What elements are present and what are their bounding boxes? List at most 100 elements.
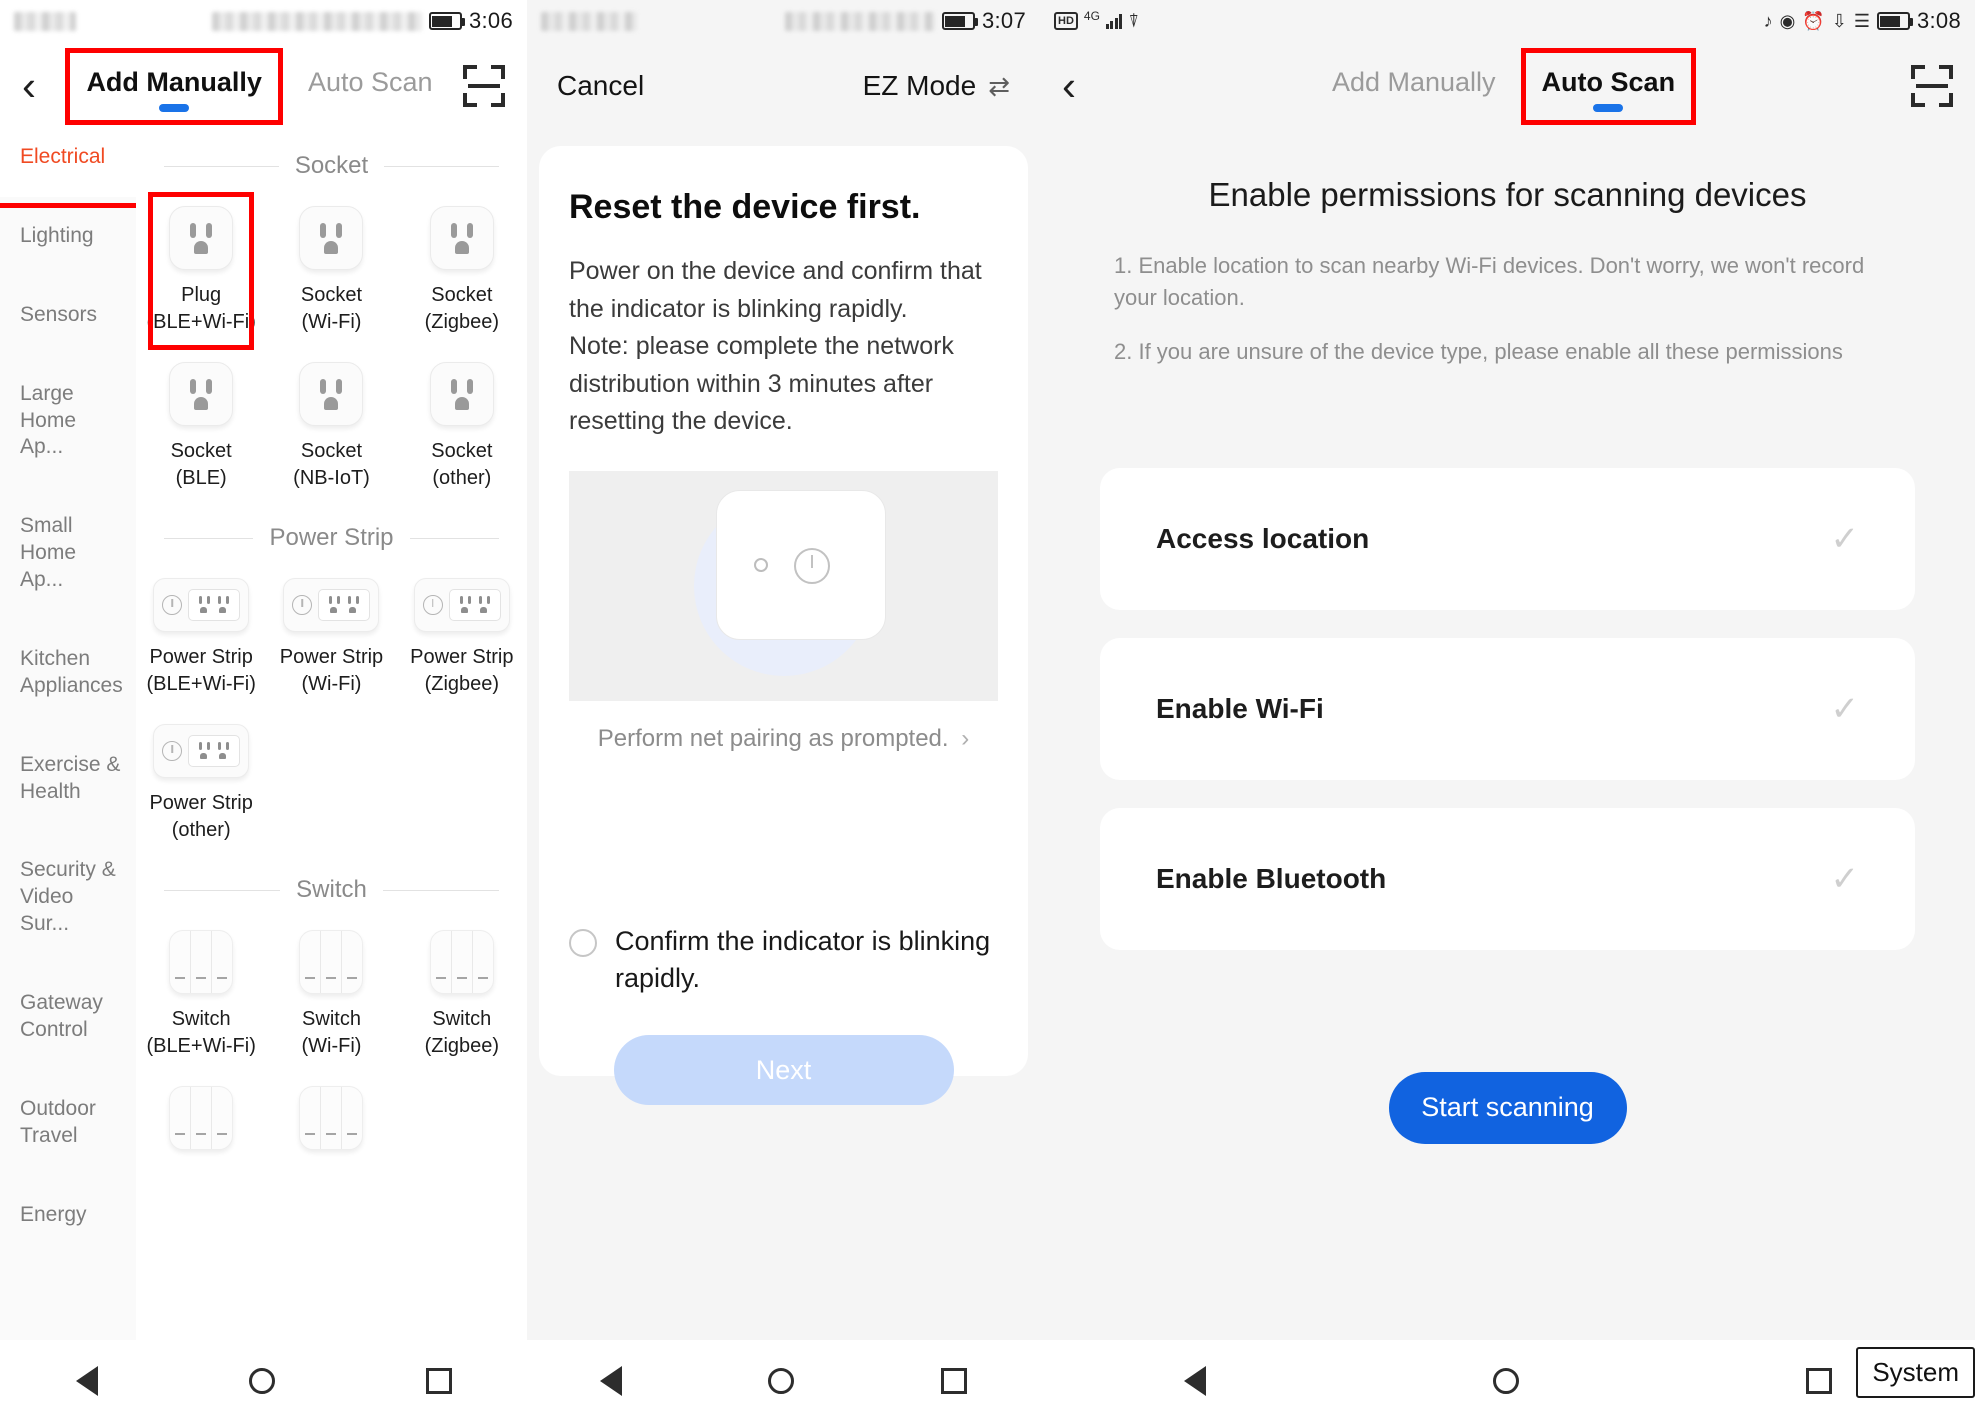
cancel-button[interactable]: Cancel <box>557 70 644 102</box>
device-variant: (BLE+Wi-Fi) <box>146 673 256 695</box>
nav-recents-square-icon[interactable] <box>1805 1368 1832 1394</box>
sidebar-item-exercise-health[interactable]: Exercise & Health <box>0 726 136 832</box>
nav-recents-square-icon[interactable] <box>425 1368 452 1394</box>
ez-mode-switcher[interactable]: EZ Mode ⇄ <box>863 70 1010 102</box>
confirm-radio[interactable] <box>569 928 597 957</box>
back-chevron-icon[interactable]: ‹ <box>22 65 62 107</box>
sidebar-item-energy[interactable]: Energy <box>0 1176 136 1255</box>
divider <box>164 165 279 167</box>
device-partial-2[interactable] <box>266 1070 396 1160</box>
device-partial-1[interactable] <box>136 1070 266 1160</box>
permission-enable-bluetooth[interactable]: Enable Bluetooth ✓ <box>1100 807 1915 950</box>
wifi-icon: ⍒ <box>1128 11 1140 31</box>
socket-icon <box>169 206 234 270</box>
device-socket-nbiot[interactable]: Socket (NB-IoT) <box>266 346 396 502</box>
section-header-socket: Socket <box>136 130 527 190</box>
sidebar-item-sensors[interactable]: Sensors <box>0 276 136 355</box>
reset-device-card: Reset the device first. Power on the dev… <box>539 146 1028 1105</box>
device-variant: (BLE+Wi-Fi) <box>146 311 256 333</box>
tab-add-manually[interactable]: Add Manually <box>1322 59 1506 114</box>
nav-home-circle-icon[interactable] <box>248 1368 275 1394</box>
device-label: Socket (BLE) <box>171 438 232 492</box>
check-icon: ✓ <box>1830 519 1860 558</box>
system-chip[interactable]: System <box>1856 1347 1975 1398</box>
permission-list: Access location ✓ Enable Wi-Fi ✓ Enable … <box>1100 467 1915 950</box>
permission-access-location[interactable]: Access location ✓ <box>1100 467 1915 610</box>
power-strip-device-grid: Power Strip (BLE+Wi-Fi) Power Strip (Wi-… <box>136 562 527 854</box>
device-name: Socket <box>170 440 232 462</box>
sidebar-item-label: Security & Video Sur... <box>20 858 116 936</box>
start-scanning-button[interactable]: Start scanning <box>1388 1071 1627 1144</box>
device-name: Power Strip <box>410 646 514 668</box>
device-grid-scroll[interactable]: Socket Plug (BLE+Wi-Fi) Socket (Wi-Fi) S… <box>136 130 527 1340</box>
device-socket-other[interactable]: Socket (other) <box>397 346 527 502</box>
next-button[interactable]: Next <box>613 1035 954 1105</box>
device-power-strip-wifi[interactable]: Power Strip (Wi-Fi) <box>266 562 396 708</box>
sidebar-item-outdoor-travel[interactable]: Outdoor Travel <box>0 1070 136 1176</box>
sidebar-item-gateway-control[interactable]: Gateway Control <box>0 964 136 1070</box>
scan-qr-icon[interactable] <box>463 65 505 107</box>
device-variant: (Zigbee) <box>424 673 500 695</box>
status-bar-right-icons: 3:06 <box>211 8 513 34</box>
nav-back-triangle-icon[interactable] <box>1183 1366 1206 1396</box>
device-name: Power Strip <box>149 646 253 668</box>
sidebar-item-label: Outdoor Travel <box>20 1096 96 1147</box>
nav-home-circle-icon[interactable] <box>1492 1368 1519 1394</box>
sidebar-item-label: Electrical <box>20 145 106 168</box>
ez-mode-label: EZ Mode <box>862 70 977 101</box>
sidebar-item-large-home-appliances[interactable]: Large Home Ap... <box>0 355 136 488</box>
sidebar-item-small-home-appliances[interactable]: Small Home Ap... <box>0 487 136 620</box>
device-socket-zigbee[interactable]: Socket (Zigbee) <box>397 190 527 346</box>
scan-qr-icon[interactable] <box>1911 65 1953 107</box>
confirm-indicator-row[interactable]: Confirm the indicator is blinking rapidl… <box>569 923 998 998</box>
device-label: Switch (BLE+Wi-Fi) <box>146 1006 255 1060</box>
tab-auto-scan-label: Auto Scan <box>307 66 433 97</box>
sidebar-item-security-video[interactable]: Security & Video Sur... <box>0 831 136 964</box>
sidebar-item-electrical[interactable]: Electrical <box>0 130 136 208</box>
nav-recents-square-icon[interactable] <box>940 1368 967 1394</box>
device-socket-wifi[interactable]: Socket (Wi-Fi) <box>266 190 396 346</box>
socket-icon <box>299 362 364 426</box>
divider <box>384 165 499 167</box>
permission-label: Access location <box>1156 522 1370 554</box>
net-pairing-hint[interactable]: Perform net pairing as prompted. › <box>569 725 998 753</box>
sidebar-item-kitchen-appliances[interactable]: Kitchen Appliances <box>0 620 136 726</box>
socket-device-grid: Plug (BLE+Wi-Fi) Socket (Wi-Fi) Socket (… <box>136 190 527 502</box>
nav-back-triangle-icon[interactable] <box>75 1366 98 1396</box>
smart-plug-illustration <box>569 470 998 701</box>
tab-auto-scan[interactable]: Auto Scan <box>1520 47 1697 125</box>
device-power-strip-zigbee[interactable]: Power Strip (Zigbee) <box>397 562 527 708</box>
tab-add-manually[interactable]: Add Manually <box>65 47 283 125</box>
permission-label: Enable Wi-Fi <box>1156 692 1324 724</box>
section-title: Switch <box>296 876 367 903</box>
nav-home-circle-icon[interactable] <box>768 1368 795 1394</box>
switch-device-grid: Switch (BLE+Wi-Fi) Switch (Wi-Fi) Switch… <box>136 914 527 1070</box>
back-chevron-icon[interactable]: ‹ <box>1062 65 1102 107</box>
category-sidebar[interactable]: Electrical Lighting Sensors Large Home A… <box>0 130 136 1340</box>
device-label: Switch (Zigbee) <box>425 1006 499 1060</box>
power-strip-icon <box>153 578 250 632</box>
sidebar-item-lighting[interactable]: Lighting <box>0 197 136 276</box>
permission-note-2: 2. If you are unsure of the device type,… <box>1114 338 1843 364</box>
device-socket-ble[interactable]: Socket (BLE) <box>136 346 266 502</box>
tab-add-manually-label: Add Manually <box>86 66 262 97</box>
device-label: Power Strip (Wi-Fi) <box>280 644 383 698</box>
section-header-switch: Switch <box>136 854 527 914</box>
indicator-dot-icon <box>753 557 768 572</box>
device-plug-ble-wifi[interactable]: Plug (BLE+Wi-Fi) <box>136 190 266 350</box>
device-label: Power Strip (BLE+Wi-Fi) <box>146 644 255 698</box>
status-icons-blurred <box>211 11 422 31</box>
permission-enable-wifi[interactable]: Enable Wi-Fi ✓ <box>1100 637 1915 780</box>
device-switch-zigbee[interactable]: Switch (Zigbee) <box>397 914 527 1070</box>
device-partial-3 <box>397 1070 527 1160</box>
device-switch-wifi[interactable]: Switch (Wi-Fi) <box>266 914 396 1070</box>
nav-back-triangle-icon[interactable] <box>600 1366 623 1396</box>
tab-auto-scan[interactable]: Auto Scan <box>298 59 443 114</box>
device-power-strip-ble-wifi[interactable]: Power Strip (BLE+Wi-Fi) <box>136 562 266 708</box>
device-name: Plug <box>181 284 222 306</box>
sidebar-item-label: Large Home Ap... <box>20 381 77 459</box>
headphones-icon: ♪ <box>1763 11 1773 31</box>
device-switch-ble-wifi[interactable]: Switch (BLE+Wi-Fi) <box>136 914 266 1070</box>
device-label: Socket (Wi-Fi) <box>301 282 362 336</box>
device-power-strip-other[interactable]: Power Strip (other) <box>136 708 266 854</box>
